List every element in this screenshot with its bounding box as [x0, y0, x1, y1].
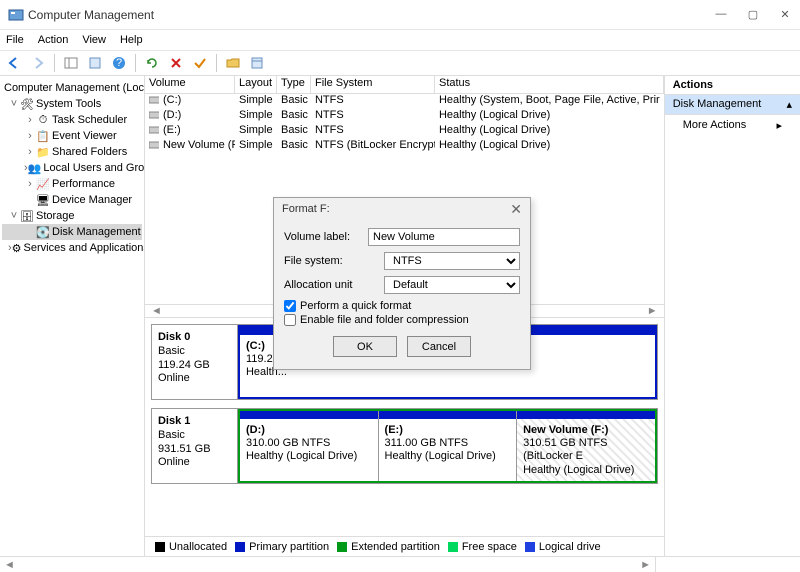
scroll-left-icon[interactable]: ◄ [4, 559, 15, 571]
tree-shared-folders[interactable]: Shared Folders [52, 146, 127, 158]
tree-performance[interactable]: Performance [52, 178, 115, 190]
volume-label-input[interactable] [368, 228, 520, 246]
menu-view[interactable]: View [82, 34, 106, 46]
drive-icon [145, 139, 159, 154]
list-icon[interactable] [247, 53, 267, 73]
disk-row[interactable]: Disk 1 Basic 931.51 GB Online (D:)310.00… [151, 408, 658, 484]
nav-tree[interactable]: Computer Management (Local ˅🛠System Tool… [0, 76, 145, 556]
col-type[interactable]: Type [277, 76, 311, 93]
close-button[interactable]: ✕ [778, 8, 792, 21]
dialog-title: Format F: [282, 203, 330, 215]
volume-row[interactable]: (D:)SimpleBasicNTFSHealthy (Logical Driv… [145, 109, 664, 124]
device-icon: 🖥 [36, 193, 50, 207]
folder-shared-icon: 📁 [36, 145, 50, 159]
tree-root[interactable]: Computer Management (Local [4, 82, 145, 94]
window-title: Computer Management [28, 8, 714, 22]
collapse-icon[interactable]: ▴ [786, 98, 792, 111]
partition[interactable]: (D:)310.00 GB NTFSHealthy (Logical Drive… [240, 411, 379, 481]
refresh-icon[interactable] [142, 53, 162, 73]
chevron-right-icon: ▸ [776, 119, 782, 132]
expander-icon[interactable]: › [24, 178, 36, 190]
volume-row[interactable]: New Volume (F:)SimpleBasicNTFS (BitLocke… [145, 139, 664, 154]
check-icon[interactable] [190, 53, 210, 73]
expander-icon[interactable]: ˅ [8, 98, 20, 110]
tree-event-viewer[interactable]: Event Viewer [52, 130, 117, 142]
compression-label: Enable file and folder compression [300, 314, 469, 326]
forward-icon[interactable] [28, 53, 48, 73]
help-icon[interactable]: ? [109, 53, 129, 73]
drive-icon [145, 109, 159, 124]
scroll-right-icon[interactable]: ► [647, 305, 658, 317]
users-icon: 👥 [28, 161, 42, 175]
drive-icon [145, 124, 159, 139]
panel-icon[interactable] [61, 53, 81, 73]
col-layout[interactable]: Layout [235, 76, 277, 93]
format-dialog: Format F: ✕ Volume label: File system: N… [273, 197, 531, 370]
expander-icon[interactable]: ˅ [8, 210, 20, 222]
toolbar: ? [0, 50, 800, 76]
back-icon[interactable] [4, 53, 24, 73]
quick-format-label: Perform a quick format [300, 300, 411, 312]
ok-button[interactable]: OK [333, 336, 397, 357]
tree-task-scheduler[interactable]: Task Scheduler [52, 114, 127, 126]
cancel-button[interactable]: Cancel [407, 336, 471, 357]
properties-icon[interactable] [85, 53, 105, 73]
scroll-right-icon[interactable]: ► [640, 559, 651, 571]
tools-icon: 🛠 [20, 97, 34, 111]
drive-icon [145, 94, 159, 109]
partition[interactable]: (E:)311.00 GB NTFSHealthy (Logical Drive… [379, 411, 518, 481]
actions-pane: Actions Disk Management▴ More Actions▸ [665, 76, 800, 556]
volume-row[interactable]: (C:)SimpleBasicNTFSHealthy (System, Boot… [145, 94, 664, 109]
perf-icon: 📈 [36, 177, 50, 191]
volume-header: Volume Layout Type File System Status [145, 76, 664, 94]
allocation-select[interactable]: Default [384, 276, 520, 294]
menu-file[interactable]: File [6, 34, 24, 46]
dialog-close-icon[interactable]: ✕ [510, 201, 522, 218]
filesystem-select[interactable]: NTFS [384, 252, 520, 270]
col-status[interactable]: Status [435, 76, 664, 93]
volume-label-lbl: Volume label: [284, 231, 368, 243]
expander-icon[interactable]: › [24, 130, 36, 142]
menu-help[interactable]: Help [120, 34, 143, 46]
tree-storage[interactable]: Storage [36, 210, 75, 222]
partition[interactable]: New Volume (F:)310.51 GB NTFS (BitLocker… [517, 411, 655, 481]
col-volume[interactable]: Volume [145, 76, 235, 93]
filesystem-lbl: File system: [284, 255, 384, 267]
tree-local-users[interactable]: Local Users and Groups [43, 162, 145, 174]
quick-format-checkbox[interactable] [284, 300, 296, 312]
menubar: File Action View Help [0, 30, 800, 50]
app-icon [8, 7, 24, 23]
actions-context[interactable]: Disk Management▴ [665, 95, 800, 115]
tree-system-tools[interactable]: System Tools [36, 98, 101, 110]
minimize-button[interactable]: — [714, 8, 728, 21]
tree-device-manager[interactable]: Device Manager [52, 194, 132, 206]
legend: Unallocated Primary partition Extended p… [145, 536, 664, 556]
compression-checkbox[interactable] [284, 314, 296, 326]
more-actions[interactable]: More Actions▸ [665, 115, 800, 136]
delete-icon[interactable] [166, 53, 186, 73]
volume-row[interactable]: (E:)SimpleBasicNTFSHealthy (Logical Driv… [145, 124, 664, 139]
maximize-button[interactable]: ▢ [746, 8, 760, 21]
event-icon: 📋 [36, 129, 50, 143]
actions-header: Actions [665, 76, 800, 95]
col-fs[interactable]: File System [311, 76, 435, 93]
svg-text:?: ? [116, 57, 122, 69]
tree-services[interactable]: Services and Applications [24, 242, 145, 254]
folder-icon[interactable] [223, 53, 243, 73]
menu-action[interactable]: Action [38, 34, 69, 46]
expander-icon[interactable]: › [24, 146, 36, 158]
titlebar: Computer Management — ▢ ✕ [0, 0, 800, 30]
scroll-left-icon[interactable]: ◄ [151, 305, 162, 317]
expander-icon[interactable]: › [24, 114, 36, 126]
storage-icon: 🗄 [20, 209, 34, 223]
disk-info: Disk 0 Basic 119.24 GB Online [152, 325, 238, 399]
disk-icon: 💽 [36, 225, 50, 239]
statusbar: ◄► [0, 556, 800, 572]
clock-icon: ⏱ [36, 113, 50, 127]
disk-info: Disk 1 Basic 931.51 GB Online [152, 409, 238, 483]
allocation-lbl: Allocation unit [284, 279, 384, 291]
tree-disk-management[interactable]: Disk Management [52, 226, 141, 238]
services-icon: ⚙ [12, 241, 22, 255]
